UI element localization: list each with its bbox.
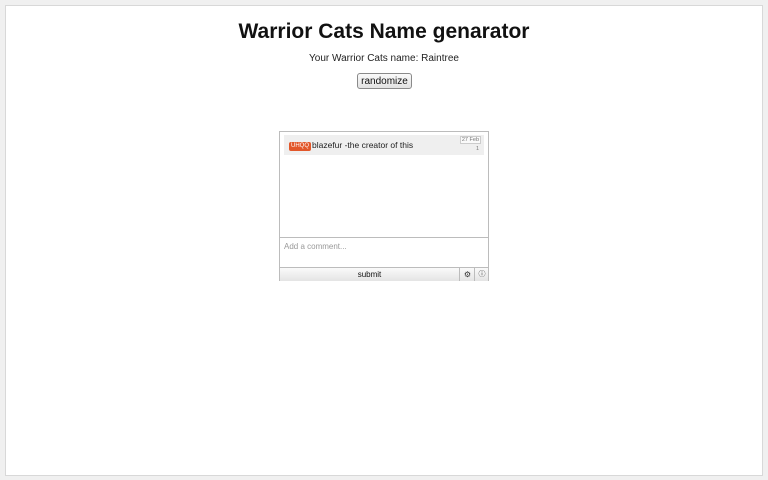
comment-toolbar: submit ⚙ ⓘ <box>280 267 488 281</box>
gear-icon[interactable]: ⚙ <box>461 268 475 281</box>
comment-item: UHQQ blazefur -the creator of this 27 Fe… <box>284 135 484 155</box>
submit-button[interactable]: submit <box>280 268 460 281</box>
info-icon[interactable]: ⓘ <box>476 268 488 281</box>
comment-count: 1 <box>475 146 479 152</box>
comments-widget: UHQQ blazefur -the creator of this 27 Fe… <box>279 131 489 281</box>
page-title: Warrior Cats Name genarator <box>238 20 530 43</box>
comment-input[interactable] <box>280 237 488 267</box>
page-container: Warrior Cats Name genarator Your Warrior… <box>5 5 763 476</box>
generated-name-line: Your Warrior Cats name: Raintree <box>6 53 762 64</box>
comment-date: 27 Feb <box>459 136 481 144</box>
randomize-button[interactable]: randomize <box>357 73 412 89</box>
generated-name: Raintree <box>421 53 459 64</box>
name-prefix-label: Your Warrior Cats name <box>309 53 416 64</box>
comment-author-badge: UHQQ <box>289 142 311 151</box>
comment-text: blazefur -the creator of this <box>312 140 414 150</box>
